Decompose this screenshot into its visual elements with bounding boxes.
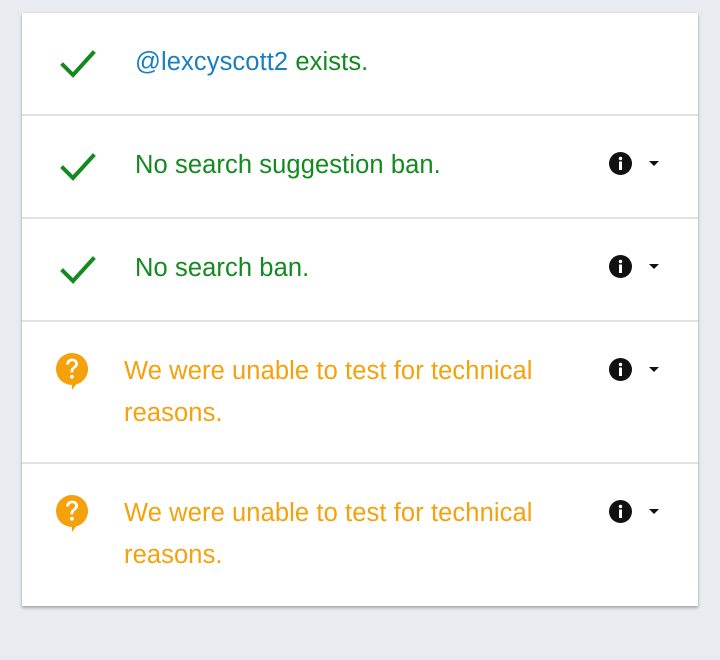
- results-card: @lexcyscott2 exists. No search suggestio…: [22, 13, 698, 606]
- chevron-down-icon[interactable]: [646, 362, 662, 376]
- result-message: We were unable to test for technical rea…: [124, 499, 533, 569]
- result-row-technical-test-2: We were unable to test for technical rea…: [22, 464, 698, 606]
- result-message: No search suggestion ban.: [135, 151, 441, 179]
- info-icon[interactable]: [608, 357, 633, 382]
- result-row-search-suggestion-ban: No search suggestion ban.: [22, 116, 698, 219]
- question-icon: [56, 352, 89, 390]
- chevron-down-icon[interactable]: [646, 504, 662, 518]
- result-message: We were unable to test for technical rea…: [124, 357, 533, 427]
- result-text: exists.: [288, 48, 369, 76]
- chevron-down-icon[interactable]: [646, 259, 662, 273]
- info-icon[interactable]: [608, 151, 633, 176]
- result-message: No search ban.: [135, 254, 310, 282]
- account-handle-link[interactable]: @lexcyscott2: [135, 48, 288, 76]
- check-icon: [60, 153, 96, 181]
- info-icon[interactable]: [608, 254, 633, 279]
- check-icon: [60, 50, 96, 78]
- result-message: @lexcyscott2 exists.: [135, 41, 368, 83]
- chevron-down-icon[interactable]: [646, 156, 662, 170]
- check-icon: [60, 256, 96, 284]
- info-icon[interactable]: [608, 499, 633, 524]
- result-row-search-ban: No search ban.: [22, 219, 698, 322]
- result-row-technical-test-1: We were unable to test for technical rea…: [22, 322, 698, 464]
- question-icon: [56, 494, 89, 532]
- result-row-account-exists: @lexcyscott2 exists.: [22, 13, 698, 116]
- page: @lexcyscott2 exists. No search suggestio…: [0, 0, 720, 660]
